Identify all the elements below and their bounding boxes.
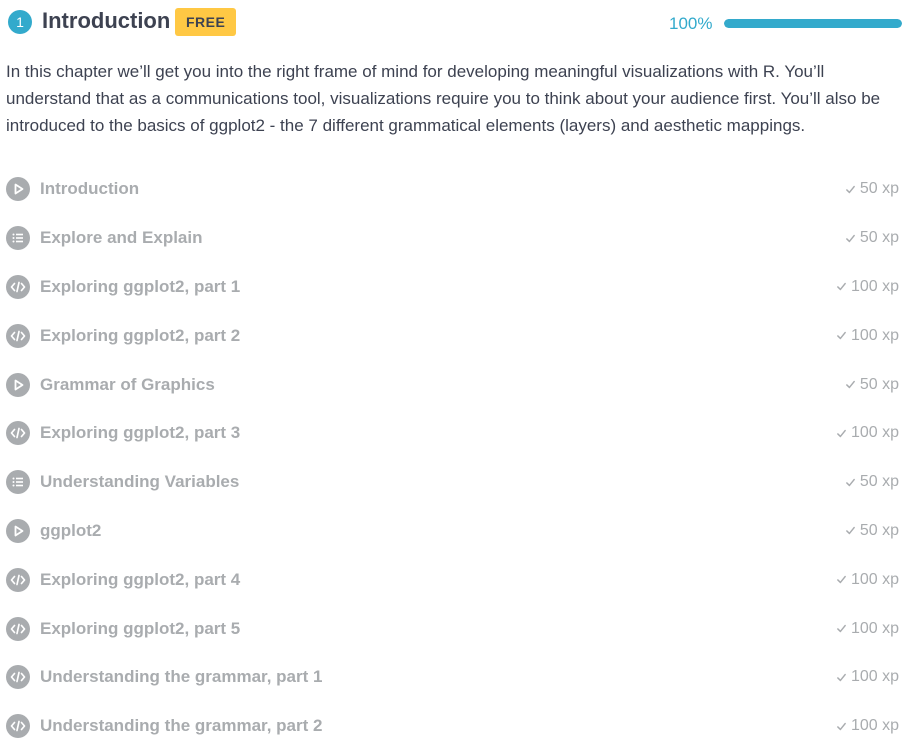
exercise-xp: 100 xp [836, 278, 899, 296]
code-icon [6, 567, 30, 592]
exercise-title[interactable]: Understanding the grammar, part 1 [40, 667, 836, 687]
list-icon [6, 226, 30, 251]
exercise-xp-value: 100 xp [850, 717, 899, 735]
checkmark-icon [836, 574, 847, 585]
code-icon [6, 323, 30, 348]
exercise-row[interactable]: Exploring ggplot2, part 5 100 xp [6, 604, 899, 653]
exercise-xp-value: 50 xp [859, 473, 899, 491]
exercise-title[interactable]: Exploring ggplot2, part 4 [40, 570, 836, 590]
exercise-title[interactable]: Understanding Variables [40, 472, 845, 492]
exercise-xp-value: 50 xp [859, 229, 899, 247]
exercise-row[interactable]: Exploring ggplot2, part 4 100 xp [6, 555, 899, 604]
code-icon [6, 714, 30, 739]
exercise-row[interactable]: Grammar of Graphics 50 xp [6, 360, 899, 409]
exercise-row[interactable]: Exploring ggplot2, part 3 100 xp [6, 409, 899, 458]
progress-bar-fill [724, 19, 902, 28]
exercise-xp-value: 100 xp [850, 619, 899, 637]
exercise-row[interactable]: Introduction 50 xp [6, 165, 899, 214]
exercise-xp: 100 xp [836, 717, 899, 735]
chapter-header: 1 Introduction FREE 100% [6, 4, 902, 38]
exercise-xp: 100 xp [836, 424, 899, 442]
progress-percent: 100% [669, 14, 713, 33]
checkmark-icon [845, 184, 856, 195]
exercise-row[interactable]: Understanding Variables 50 xp [6, 458, 899, 507]
checkmark-icon [845, 233, 856, 244]
exercise-xp: 100 xp [836, 571, 899, 589]
checkmark-icon [845, 477, 856, 488]
video-icon [6, 372, 30, 397]
exercise-row[interactable]: Understanding the grammar, part 1 100 xp [6, 653, 899, 702]
exercise-xp: 50 xp [845, 473, 899, 491]
exercise-title[interactable]: Exploring ggplot2, part 3 [40, 423, 836, 443]
video-icon [6, 177, 30, 202]
exercise-xp-value: 50 xp [859, 375, 899, 393]
exercise-xp-value: 100 xp [850, 570, 899, 588]
exercise-xp-value: 100 xp [850, 326, 899, 344]
checkmark-icon [836, 330, 847, 341]
progress-bar [724, 19, 902, 28]
exercise-title[interactable]: Exploring ggplot2, part 5 [40, 619, 836, 639]
exercise-title[interactable]: Understanding the grammar, part 2 [40, 716, 836, 736]
exercise-xp-value: 100 xp [850, 277, 899, 295]
exercise-xp: 50 xp [845, 522, 899, 540]
checkmark-icon [836, 428, 847, 439]
exercise-xp: 50 xp [845, 229, 899, 247]
chapter-number-badge: 1 [8, 10, 32, 34]
exercise-title[interactable]: Introduction [40, 179, 845, 199]
checkmark-icon [836, 623, 847, 634]
exercise-xp: 100 xp [836, 327, 899, 345]
list-icon [6, 470, 30, 495]
chapter-title[interactable]: Introduction [42, 6, 170, 36]
exercise-row[interactable]: Understanding the grammar, part 2 100 xp [6, 702, 899, 751]
exercise-list: Introduction 50 xp Explore and Explain 50 … [6, 165, 899, 751]
exercise-xp-value: 50 xp [859, 521, 899, 539]
checkmark-icon [836, 672, 847, 683]
exercise-title[interactable]: Explore and Explain [40, 228, 845, 248]
checkmark-icon [836, 281, 847, 292]
exercise-row[interactable]: Exploring ggplot2, part 1 100 xp [6, 263, 899, 312]
checkmark-icon [845, 379, 856, 390]
exercise-row[interactable]: ggplot2 50 xp [6, 507, 899, 556]
code-icon [6, 421, 30, 446]
exercise-row[interactable]: Explore and Explain 50 xp [6, 214, 899, 263]
code-icon [6, 274, 30, 299]
exercise-row[interactable]: Exploring ggplot2, part 2 100 xp [6, 311, 899, 360]
exercise-title[interactable]: Exploring ggplot2, part 2 [40, 326, 836, 346]
exercise-xp: 50 xp [845, 180, 899, 198]
exercise-xp-value: 100 xp [850, 424, 899, 442]
exercise-title[interactable]: Exploring ggplot2, part 1 [40, 277, 836, 297]
checkmark-icon [845, 525, 856, 536]
exercise-xp: 50 xp [845, 376, 899, 394]
exercise-xp: 100 xp [836, 668, 899, 686]
code-icon [6, 616, 30, 641]
exercise-title[interactable]: ggplot2 [40, 521, 845, 541]
code-icon [6, 665, 30, 690]
free-badge: FREE [175, 8, 237, 36]
video-icon [6, 518, 30, 543]
exercise-xp-value: 50 xp [859, 180, 899, 198]
exercise-title[interactable]: Grammar of Graphics [40, 375, 845, 395]
exercise-xp: 100 xp [836, 620, 899, 638]
chapter-description: In this chapter we’ll get you into the r… [6, 62, 881, 135]
exercise-xp-value: 100 xp [850, 668, 899, 686]
checkmark-icon [836, 721, 847, 732]
